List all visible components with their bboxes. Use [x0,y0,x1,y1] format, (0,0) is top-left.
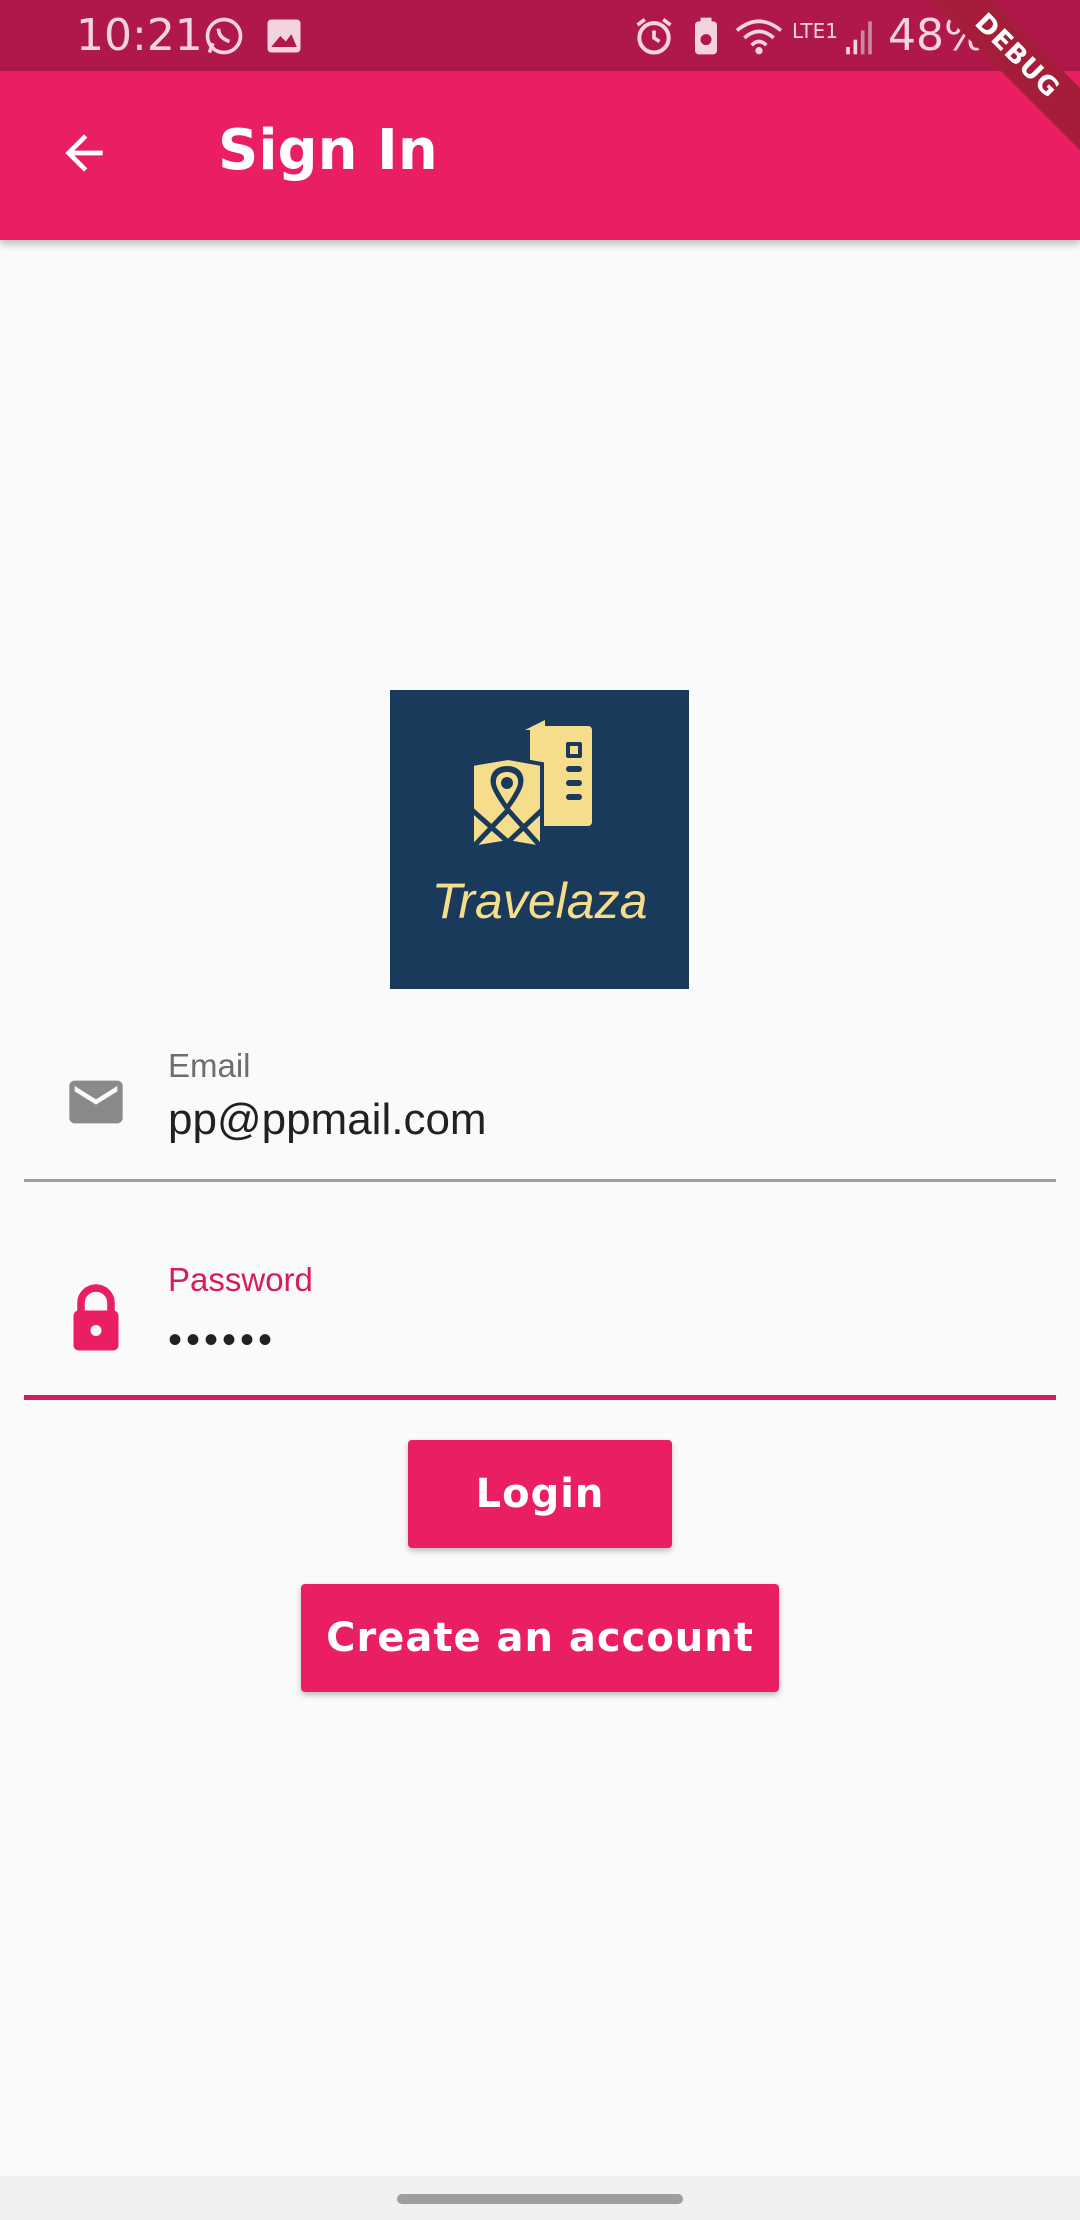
arrow-back-icon [65,134,103,172]
create-account-button[interactable]: Create an account [301,1584,779,1692]
app-bar: Sign In [0,71,1080,240]
login-button[interactable]: Login [408,1440,672,1548]
status-time: 10:21 [76,10,203,61]
gallery-icon [267,19,301,53]
network-label: LTE1 [792,19,838,43]
email-label: Email [168,1047,251,1084]
lock-icon [73,1284,119,1351]
back-button[interactable] [44,113,124,193]
password-field[interactable]: Password •••••• [24,1246,1056,1400]
alarm-icon [636,18,672,55]
status-bar: 10:21 LTE1 48% [0,0,1080,71]
page-title: Sign In [218,118,438,183]
travel-map-icon [470,720,592,851]
whatsapp-icon [205,17,243,55]
wifi-icon [735,19,783,55]
mail-icon [69,1080,123,1124]
email-field[interactable]: Email [24,1030,1056,1182]
system-nav-bar [0,2176,1080,2220]
home-gesture-handle[interactable] [397,2194,683,2204]
signal-icon [846,21,872,55]
email-input[interactable] [168,1092,1028,1148]
password-label: Password [168,1261,313,1298]
password-input[interactable]: •••••• [168,1312,1028,1368]
battery-saver-icon [695,17,717,55]
app-logo: Travelaza [390,690,689,989]
logo-text: Travelaza [431,873,648,929]
